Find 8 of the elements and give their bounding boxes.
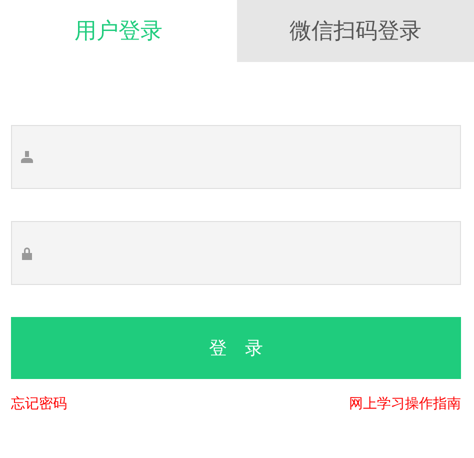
input-field[interactable] (11, 221, 461, 285)
lock-icon (20, 246, 34, 260)
link[interactable]: 网上学习操作指南 (349, 395, 461, 413)
login-button[interactable]: 登 录 (11, 317, 461, 379)
input-field[interactable] (11, 125, 461, 189)
user-icon (20, 150, 34, 164)
tab[interactable]: 微信扫码登录 (237, 0, 474, 62)
link[interactable]: 忘记密码 (11, 395, 67, 413)
